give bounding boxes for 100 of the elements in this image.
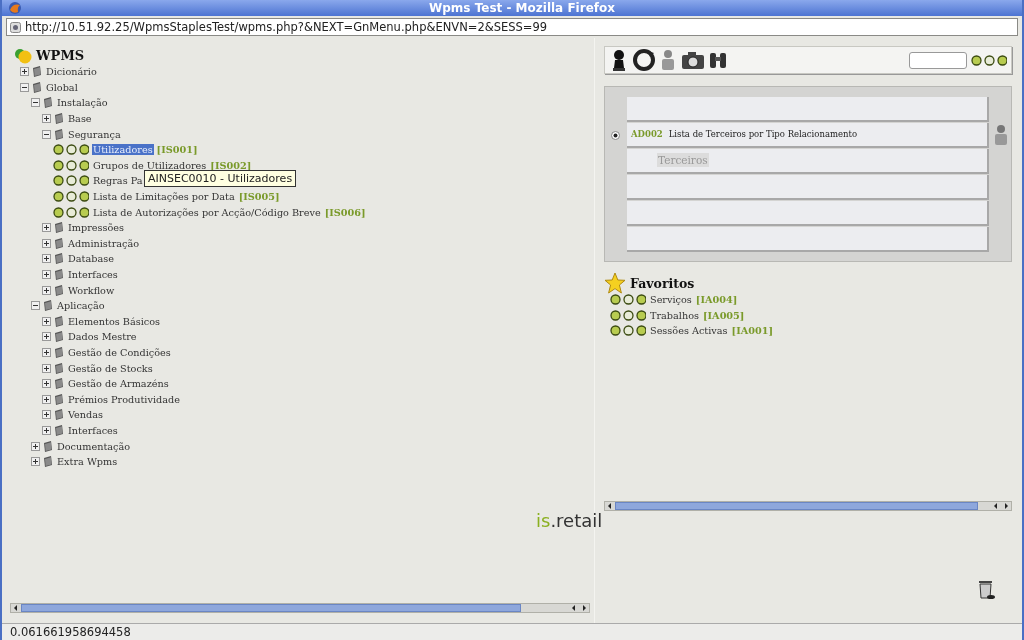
expand-icon[interactable]	[31, 441, 40, 451]
circles-icon	[610, 309, 646, 321]
brand-logo: is.retail	[536, 510, 603, 531]
tree-item[interactable]: Segurança	[67, 128, 122, 140]
expand-icon[interactable]	[42, 270, 51, 279]
camera-icon[interactable]	[681, 50, 705, 70]
book-icon	[43, 97, 53, 109]
tree-item[interactable]: Regras Pa	[92, 175, 144, 187]
tree-item[interactable]: Prémios Produtividade	[67, 393, 181, 405]
tree-item[interactable]: Gestão de Armazéns	[67, 378, 170, 390]
book-icon	[54, 269, 64, 280]
row-title: Lista de Terceiros por Tipo Relacionamento	[668, 129, 858, 139]
tree-item[interactable]: Workflow	[67, 284, 116, 296]
tree-item[interactable]: Grupos de Utilizadores	[92, 159, 208, 171]
book-icon	[54, 409, 64, 421]
item-code: [IA001]	[731, 325, 773, 337]
tree-item[interactable]: Vendas	[67, 409, 105, 421]
book-icon	[32, 81, 42, 93]
tree-item[interactable]: Instalação	[56, 97, 109, 109]
collapse-icon[interactable]	[31, 98, 40, 108]
book-icon	[43, 440, 53, 452]
tree-item[interactable]: Global	[45, 81, 79, 93]
book-icon	[43, 300, 53, 312]
book-icon	[54, 424, 64, 436]
expand-icon[interactable]	[42, 332, 51, 342]
search-field[interactable]	[909, 51, 967, 69]
expand-icon[interactable]	[42, 316, 51, 326]
trash-icon[interactable]	[977, 578, 995, 600]
favorite-item[interactable]: Serviços	[649, 294, 693, 306]
item-code: [IS006]	[324, 206, 366, 218]
circles-icon	[610, 294, 646, 306]
circles-icon	[971, 54, 1007, 66]
book-icon	[54, 315, 64, 327]
tree-item[interactable]: Gestão de Condições	[67, 347, 172, 358]
favorites-title: Favoritos	[630, 275, 695, 291]
window-title: Wpms Test - Mozilla Firefox	[428, 1, 616, 15]
expand-icon[interactable]	[42, 348, 51, 357]
tree-item[interactable]: Lista de Autorizações por Acção/Código Breve	[92, 206, 322, 218]
tree-item[interactable]: Dicionário	[45, 66, 98, 78]
address-field[interactable]: http://10.51.92.25/WpmsStaplesTest/wpms.php?&NEXT=GnMenu.php&ENVN=2&SESS=99	[6, 18, 1018, 36]
horizontal-scrollbar[interactable]	[10, 603, 590, 613]
expand-icon[interactable]	[31, 457, 40, 467]
status-text: 0.061661958694458	[2, 623, 1022, 640]
tree-item[interactable]: Utilizadores	[92, 144, 154, 156]
star-icon	[604, 272, 626, 294]
circles-icon	[53, 144, 89, 156]
circles-icon	[53, 159, 89, 171]
expand-icon[interactable]	[42, 410, 51, 420]
tree-item[interactable]: Aplicação	[56, 300, 106, 312]
book-icon	[54, 347, 64, 358]
expand-icon[interactable]	[42, 394, 51, 404]
tree-item[interactable]: Documentação	[56, 440, 132, 452]
item-code: [IS002]	[210, 159, 252, 171]
tree-item[interactable]: Database	[67, 253, 115, 265]
expand-icon[interactable]	[20, 67, 29, 77]
tree-item[interactable]: Gestão de Stocks	[67, 362, 154, 374]
book-icon	[54, 237, 64, 249]
book-icon	[43, 456, 53, 468]
expand-icon[interactable]	[42, 425, 51, 435]
circles-icon	[53, 175, 89, 187]
row-label: Terceiros	[657, 153, 709, 167]
tree-item[interactable]: Dados Mestre	[67, 331, 138, 343]
tree-item[interactable]: Impressões	[67, 222, 126, 234]
favorite-item[interactable]: Trabalhos	[649, 309, 700, 321]
book-icon	[54, 113, 64, 125]
book-icon	[54, 128, 64, 140]
logo-icon	[14, 46, 32, 64]
horizontal-scrollbar[interactable]	[604, 500, 1012, 511]
item-code: [IS001]	[156, 144, 198, 156]
expand-icon[interactable]	[42, 285, 51, 295]
list-row[interactable]: AD002 Lista de Terceiros por Tipo Relacionamento	[627, 122, 989, 148]
radio-button[interactable]	[610, 130, 620, 140]
collapse-icon[interactable]	[42, 129, 51, 139]
collapse-icon[interactable]	[31, 301, 40, 311]
expand-icon[interactable]	[42, 379, 51, 389]
browser-icon	[8, 1, 22, 15]
tree-item[interactable]: Lista de Limitações por Data	[92, 191, 236, 203]
expand-icon[interactable]	[42, 238, 51, 248]
circles-icon	[53, 191, 89, 203]
expand-icon[interactable]	[42, 223, 51, 233]
tooltip: AINSEC0010 - Utilizadores	[144, 170, 297, 187]
tree-item[interactable]: Interfaces	[67, 424, 119, 436]
tree-item[interactable]: Interfaces	[67, 269, 119, 280]
book-icon	[32, 66, 42, 78]
item-code: [IA004]	[695, 294, 738, 306]
expand-icon[interactable]	[42, 363, 51, 373]
book-icon	[54, 253, 64, 265]
favorite-item[interactable]: Sessões Activas	[649, 325, 729, 337]
tree-item[interactable]: Base	[67, 113, 93, 125]
item-code: AD002	[631, 129, 663, 139]
collapse-icon[interactable]	[20, 82, 29, 92]
book-icon	[54, 331, 64, 343]
expand-icon[interactable]	[42, 114, 51, 124]
circles-icon	[610, 325, 646, 337]
book-icon	[54, 362, 64, 374]
tree-item[interactable]: Elementos Básicos	[67, 315, 162, 327]
page-icon	[10, 21, 21, 33]
tree-item[interactable]: Extra Wpms	[56, 456, 119, 468]
expand-icon[interactable]	[42, 254, 51, 264]
tree-item[interactable]: Administração	[67, 237, 141, 249]
